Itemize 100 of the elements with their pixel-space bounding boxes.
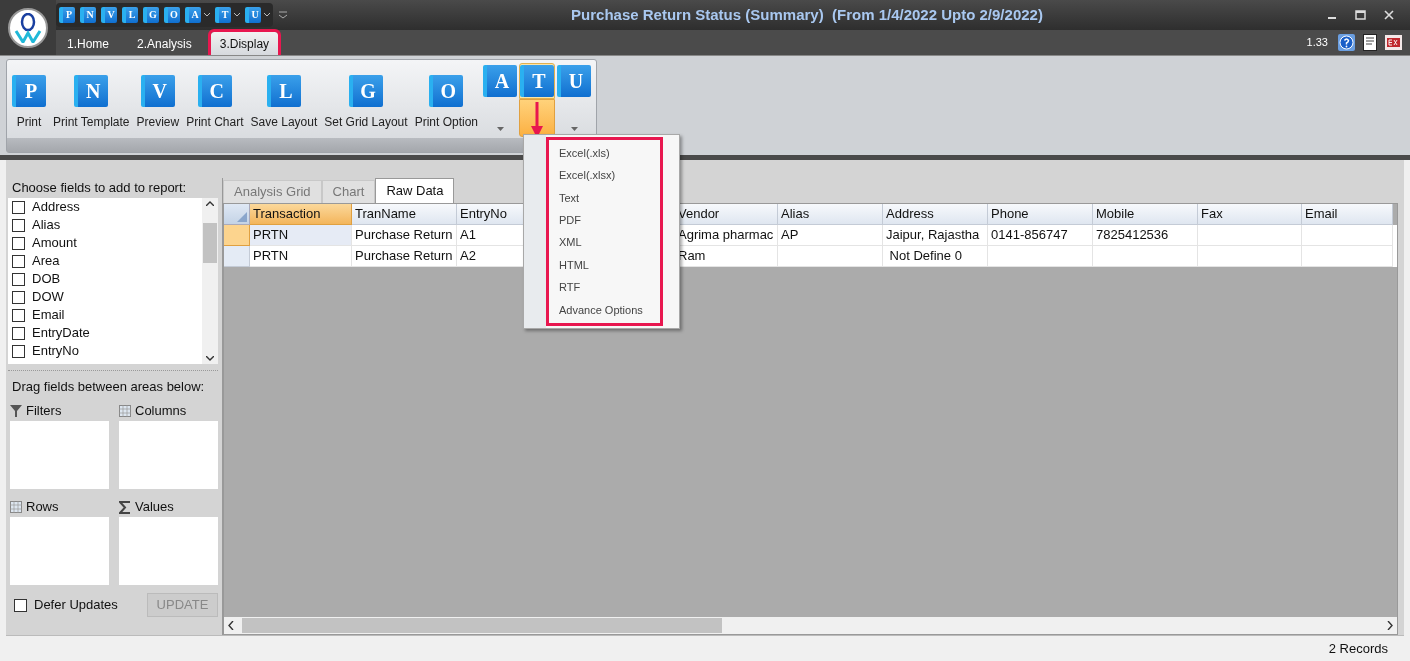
checkbox[interactable] [12, 290, 25, 304]
menu-item[interactable]: Advance Options [549, 298, 660, 321]
icon-letter: A [494, 71, 510, 91]
menu-item[interactable]: Excel(.xlsx) [549, 164, 660, 187]
icon-letter: U [568, 71, 584, 91]
area-label: Rows [26, 498, 59, 517]
checkbox[interactable] [12, 254, 25, 268]
checkbox[interactable] [12, 272, 25, 286]
icon-letter: O [440, 81, 457, 101]
icon-letter: V [107, 10, 115, 20]
column-header[interactable]: Fax [1198, 204, 1302, 225]
quick-access-button[interactable]: O [164, 7, 180, 23]
scroll-thumb[interactable] [203, 223, 217, 263]
scroll-up-icon[interactable] [206, 201, 214, 206]
help-icon[interactable] [1338, 34, 1355, 51]
area-label: Values [135, 498, 174, 517]
filter-icon [10, 405, 22, 417]
area-label: Columns [135, 402, 187, 421]
split-button-top[interactable]: T [519, 63, 555, 99]
menu-item[interactable]: Text [549, 186, 660, 210]
field-label[interactable]: Address [32, 197, 80, 217]
document-icon[interactable] [1363, 34, 1377, 51]
icon-letter: T [221, 10, 229, 20]
ribbon-button[interactable]: V Preview [133, 60, 183, 131]
field-label[interactable]: Amount [32, 233, 77, 253]
field-label[interactable]: Area [32, 251, 60, 271]
checkbox[interactable] [12, 326, 25, 340]
field-label[interactable]: EntryNo [32, 341, 79, 361]
view-tab[interactable]: Chart [321, 180, 376, 203]
column-header[interactable]: TranName [352, 204, 457, 225]
column-header[interactable]: Address [883, 204, 988, 225]
horizontal-scrollbar[interactable] [224, 617, 1397, 634]
checkbox[interactable] [12, 308, 25, 322]
split-button-dropdown[interactable] [519, 99, 555, 137]
customize-toolbar-icon[interactable] [279, 11, 287, 19]
field-label[interactable]: Alias [32, 215, 61, 235]
icon-letter: G [149, 10, 157, 20]
icon-letter: N [86, 81, 101, 101]
icon-letter: P [24, 81, 38, 101]
chevron-down-icon [234, 13, 240, 17]
column-header[interactable]: Phone [988, 204, 1093, 225]
field-label[interactable]: Email [32, 305, 65, 325]
quick-access-button[interactable]: N [80, 7, 96, 23]
menu-item[interactable]: Excel(.xls) [549, 142, 660, 165]
quick-access-button[interactable]: V [101, 7, 117, 23]
exit-sign-icon[interactable] [1385, 35, 1402, 50]
column-header[interactable]: Mobile [1093, 204, 1198, 225]
checkbox[interactable] [12, 200, 25, 214]
icon-letter: C [209, 81, 225, 101]
view-tab[interactable]: Analysis Grid [223, 180, 322, 203]
defer-updates-label[interactable]: Defer Updates [34, 595, 118, 615]
app-logo[interactable] [8, 7, 48, 48]
icon-letter: P [65, 10, 73, 20]
icon-letter: T [532, 71, 546, 91]
field-label[interactable]: DOB [32, 269, 61, 289]
close-icon[interactable] [1384, 10, 1394, 20]
checkbox[interactable] [12, 344, 25, 358]
view-tab[interactable]: Raw Data [375, 178, 455, 203]
record-count: 2 Records [1328, 639, 1388, 658]
chevron-down-icon [264, 13, 270, 17]
ribbon-button[interactable]: N Print Template [50, 60, 133, 131]
corner-triangle-icon [237, 212, 247, 222]
column-header[interactable]: Email [1302, 204, 1393, 225]
field-label[interactable]: EntryDate [32, 323, 90, 343]
table-cell: PRTN [250, 225, 352, 246]
column-header[interactable]: Transaction [250, 204, 352, 225]
menu-item[interactable]: RTF [549, 276, 660, 299]
checkbox[interactable] [12, 218, 25, 232]
scroll-right-icon[interactable] [1387, 621, 1393, 630]
quick-access-button[interactable]: G [143, 7, 159, 23]
icon-letter: V [152, 81, 168, 101]
maximize-icon[interactable] [1355, 10, 1366, 20]
checkbox[interactable] [14, 598, 27, 612]
ribbon-button[interactable]: O Print Option [411, 60, 481, 131]
icon-letter: G [360, 81, 376, 101]
split-button-top[interactable]: A [482, 63, 518, 99]
ribbon-tab[interactable]: 1.Home [58, 32, 119, 55]
quick-access-button[interactable]: T [215, 7, 240, 23]
field-label[interactable]: DOW [32, 287, 64, 307]
table-cell: Not Define 0 [883, 246, 988, 267]
ribbon-button[interactable]: C Print Chart [183, 60, 247, 131]
scroll-left-icon[interactable] [228, 621, 234, 630]
ribbon-tab[interactable]: 2.Analysis [128, 32, 201, 55]
vertical-scrollbar[interactable] [202, 198, 218, 364]
icon-letter: L [128, 10, 136, 20]
icon-letter: U [251, 10, 259, 20]
ribbon-button[interactable]: G Set Grid Layout [321, 60, 411, 131]
quick-access-button[interactable]: P [59, 7, 75, 23]
ribbon-button[interactable]: P Print [9, 60, 49, 131]
scroll-down-icon[interactable] [206, 356, 214, 361]
ribbon-tab[interactable]: 3.Display [210, 32, 279, 55]
checkbox[interactable] [12, 236, 25, 250]
split-button-top[interactable]: U [556, 63, 592, 99]
column-header[interactable]: Alias [778, 204, 883, 225]
quick-access-button[interactable]: A [185, 7, 210, 23]
chevron-down-icon [204, 13, 210, 17]
ribbon-button[interactable]: L Save Layout [247, 60, 321, 131]
quick-access-button[interactable]: L [122, 7, 138, 23]
quick-access-button[interactable]: U [245, 7, 270, 23]
sigma-icon [119, 500, 131, 514]
